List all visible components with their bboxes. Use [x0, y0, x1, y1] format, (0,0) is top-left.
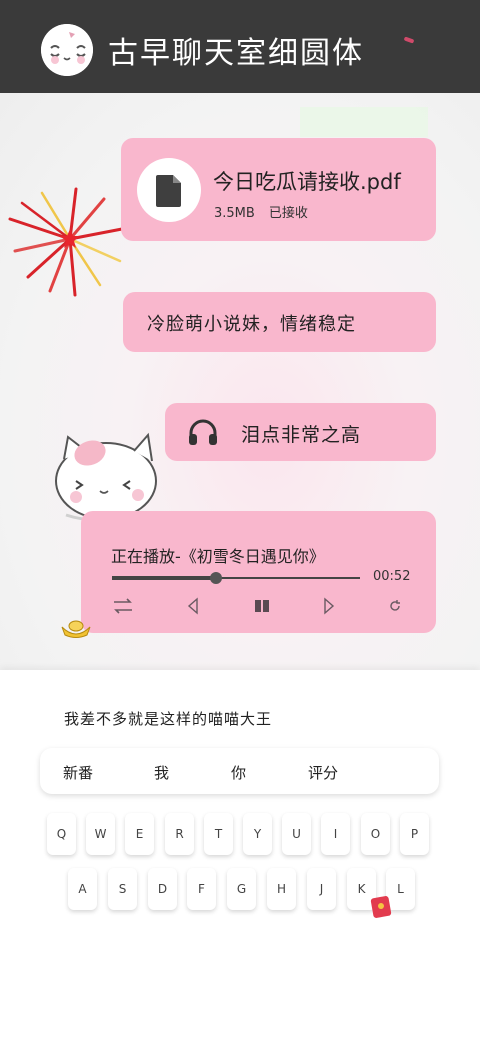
- music-player-bubble[interactable]: 正在播放-《初雪冬日遇见你》 00:52: [81, 511, 436, 633]
- decor-mark: [403, 36, 415, 44]
- key-f[interactable]: F: [187, 868, 216, 910]
- key-d[interactable]: D: [148, 868, 177, 910]
- key-a[interactable]: A: [68, 868, 97, 910]
- decor-strip: [300, 107, 428, 137]
- key-e[interactable]: E: [125, 813, 154, 855]
- key-o[interactable]: O: [361, 813, 390, 855]
- progress-track[interactable]: [112, 572, 360, 584]
- suggestion-item[interactable]: 你: [231, 762, 246, 783]
- repeat-icon[interactable]: [111, 597, 135, 615]
- red-envelope-icon: [370, 896, 392, 918]
- audio-text: 泪点非常之高: [241, 424, 362, 446]
- keyboard-area: 我差不多就是这样的喵喵大王 新番 我 你 评分 QWERTYUIOP ASDFGH…: [0, 670, 480, 1040]
- suggestion-item[interactable]: 评分: [308, 762, 338, 783]
- key-s[interactable]: S: [108, 868, 137, 910]
- key-h[interactable]: H: [267, 868, 296, 910]
- gold-ingot-icon: [61, 620, 91, 638]
- key-y[interactable]: Y: [243, 813, 272, 855]
- file-meta: 3.5MB 已接收: [214, 202, 308, 221]
- key-t[interactable]: T: [204, 813, 233, 855]
- file-size: 3.5MB: [214, 206, 255, 221]
- now-playing-text: 正在播放-《初雪冬日遇见你》: [111, 547, 325, 566]
- chat-area[interactable]: 今日吃瓜请接收.pdf 3.5MB 已接收 冷脸萌小说妹，情绪稳定 泪点非常之高 …: [0, 93, 480, 670]
- firework-icon: [8, 187, 124, 297]
- key-i[interactable]: I: [321, 813, 350, 855]
- audio-message-bubble[interactable]: 泪点非常之高: [165, 403, 436, 461]
- file-status: 已接收: [268, 206, 308, 221]
- key-p[interactable]: P: [400, 813, 429, 855]
- suggestion-item[interactable]: 新番: [63, 762, 93, 783]
- document-icon: [156, 175, 181, 207]
- progress-fill: [112, 576, 217, 580]
- playback-time: 00:52: [373, 569, 411, 584]
- key-q[interactable]: Q: [47, 813, 76, 855]
- progress-knob[interactable]: [210, 572, 223, 584]
- key-w[interactable]: W: [86, 813, 115, 855]
- headphones-icon: [189, 419, 217, 445]
- file-icon-circle: [137, 158, 201, 222]
- suggestion-item[interactable]: 我: [154, 762, 169, 783]
- composed-text[interactable]: 我差不多就是这样的喵喵大王: [64, 708, 272, 729]
- key-j[interactable]: J: [307, 868, 336, 910]
- key-u[interactable]: U: [282, 813, 311, 855]
- suggestion-bar: 新番 我 你 评分: [40, 748, 439, 794]
- app-header: 古早聊天室细圆体: [0, 0, 480, 93]
- message-text: 冷脸萌小说妹，情绪稳定: [147, 314, 356, 335]
- avatar[interactable]: [41, 24, 93, 76]
- chat-title: 古早聊天室细圆体: [108, 36, 364, 71]
- next-icon[interactable]: [321, 597, 337, 615]
- loop-icon[interactable]: [387, 597, 403, 615]
- pause-icon[interactable]: [253, 597, 271, 615]
- previous-icon[interactable]: [185, 597, 201, 615]
- cat-sticker-icon: [55, 432, 157, 522]
- key-r[interactable]: R: [165, 813, 194, 855]
- text-message-bubble[interactable]: 冷脸萌小说妹，情绪稳定: [123, 292, 436, 352]
- file-message-bubble[interactable]: 今日吃瓜请接收.pdf 3.5MB 已接收: [121, 138, 436, 241]
- cat-face-icon: [41, 24, 93, 76]
- file-name: 今日吃瓜请接收.pdf: [213, 170, 401, 194]
- key-g[interactable]: G: [227, 868, 256, 910]
